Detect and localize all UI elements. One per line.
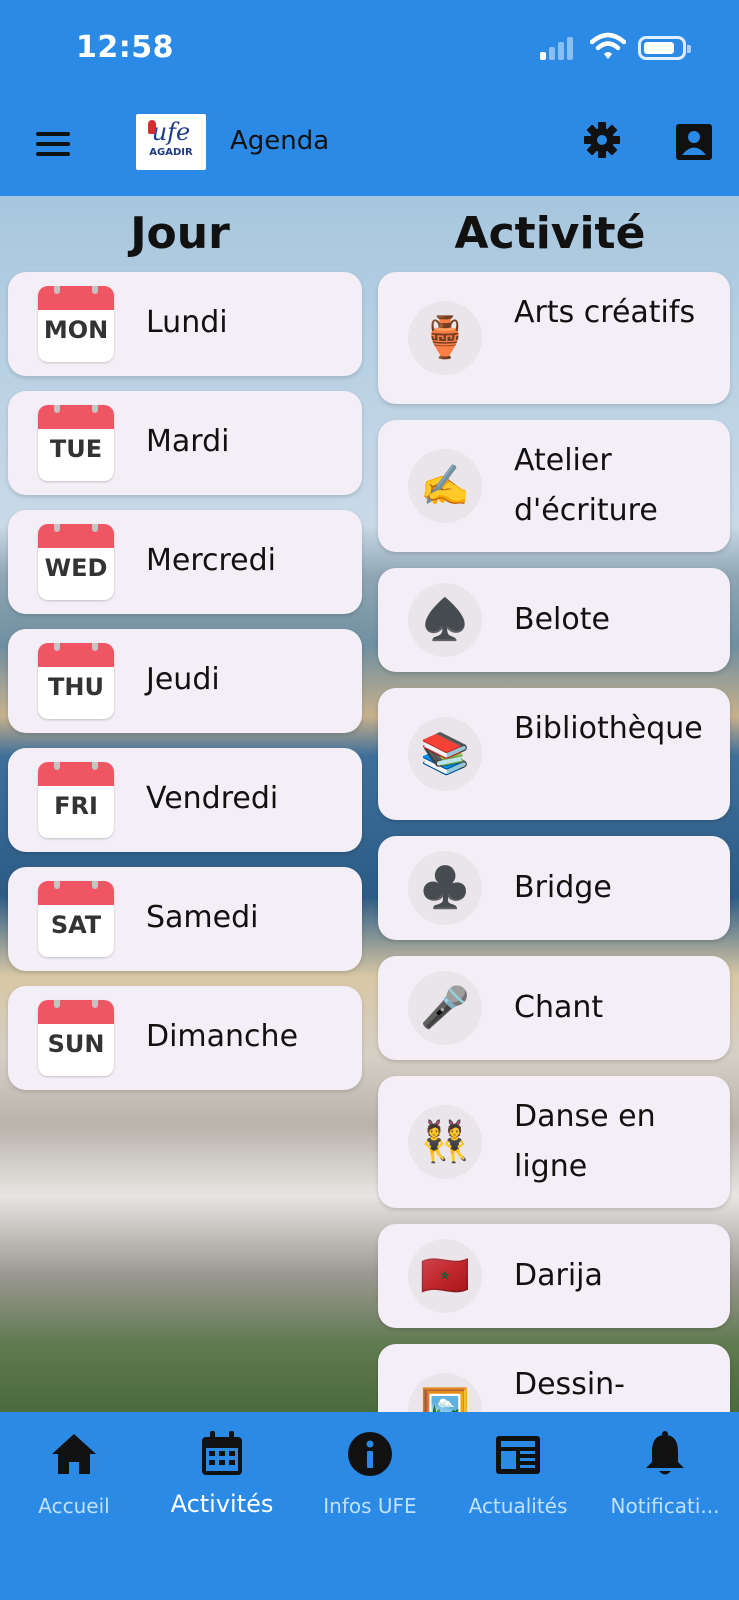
activity-name: Dessin-: [514, 1367, 625, 1402]
newspaper-icon: [496, 1436, 540, 1474]
club-icon: ♣️: [408, 851, 482, 925]
activity-name: Bibliothèque: [514, 711, 703, 746]
nav-activites[interactable]: Activités: [148, 1412, 296, 1542]
calendar-day-abbr: SUN: [47, 1030, 105, 1058]
agenda-content: Jour Activité MON Lundi TUE Mardi WED Me…: [0, 196, 739, 1412]
activity-name: Danse en ligne: [514, 1099, 656, 1184]
app-bar: ufe AGADIR Agenda: [0, 96, 739, 196]
day-card-sunday[interactable]: SUN Dimanche: [8, 986, 362, 1090]
activity-name: Atelier d'écriture: [514, 443, 658, 528]
activity-column-header: Activité: [454, 208, 646, 259]
activity-name: Darija: [514, 1258, 603, 1293]
calendar-day-abbr: FRI: [54, 792, 98, 820]
activity-name: Arts créatifs: [514, 295, 696, 330]
day-card-monday[interactable]: MON Lundi: [8, 272, 362, 376]
activity-name: Chant: [514, 990, 604, 1025]
bell-icon: [646, 1431, 684, 1475]
day-name: Mercredi: [146, 543, 277, 578]
info-icon: [348, 1432, 392, 1476]
nav-actualites[interactable]: Actualités: [444, 1412, 592, 1542]
nav-label: Activités: [170, 1490, 274, 1518]
account-icon[interactable]: [676, 124, 712, 160]
calendar-icon: THU: [38, 643, 114, 719]
activity-card-danse-en-ligne[interactable]: 👯 Danse en ligne: [378, 1076, 730, 1208]
nav-accueil[interactable]: Accueil: [0, 1412, 148, 1542]
day-card-thursday[interactable]: THU Jeudi: [8, 629, 362, 733]
day-name: Vendredi: [146, 781, 279, 816]
nav-label: Notificati...: [610, 1494, 720, 1518]
activity-card-arts-creatifs[interactable]: 🏺 Arts créatifs: [378, 272, 730, 404]
battery-icon: [638, 36, 691, 60]
bottom-navigation: Accueil Activités Infos UFE Actualités N…: [0, 1412, 739, 1600]
calendar-day-abbr: THU: [48, 673, 104, 701]
calendar-icon: SAT: [38, 881, 114, 957]
activity-card-bridge[interactable]: ♣️ Bridge: [378, 836, 730, 940]
activity-card-chant[interactable]: 🎤 Chant: [378, 956, 730, 1060]
calendar-icon: TUE: [38, 405, 114, 481]
settings-gear-icon[interactable]: [582, 120, 622, 160]
nav-label: Accueil: [38, 1494, 110, 1518]
writing-hand-icon: ✍️: [408, 449, 482, 523]
day-card-wednesday[interactable]: WED Mercredi: [8, 510, 362, 614]
nav-infos-ufe[interactable]: Infos UFE: [296, 1412, 444, 1542]
dancers-icon: 👯: [408, 1105, 482, 1179]
status-time: 12:58: [76, 30, 174, 65]
calendar-day-abbr: TUE: [49, 435, 103, 463]
spade-icon: ♠️: [408, 583, 482, 657]
day-name: Lundi: [146, 305, 228, 340]
logo-main-text: ufe: [151, 118, 191, 146]
activity-card-atelier-ecriture[interactable]: ✍️ Atelier d'écriture: [378, 420, 730, 552]
home-icon: [52, 1434, 96, 1474]
day-name: Jeudi: [146, 662, 220, 697]
day-name: Dimanche: [146, 1019, 299, 1054]
calendar-day-abbr: MON: [43, 316, 109, 344]
calendar-icon: WED: [38, 524, 114, 600]
activity-name: Belote: [514, 602, 610, 637]
status-bar: 12:58: [0, 0, 739, 96]
books-icon: 📚: [408, 717, 482, 791]
calendar-day-abbr: WED: [44, 554, 108, 582]
amphora-icon: 🏺: [408, 301, 482, 375]
cellular-signal-icon: [540, 36, 576, 60]
activity-card-belote[interactable]: ♠️ Belote: [378, 568, 730, 672]
activity-card-bibliotheque[interactable]: 📚 Bibliothèque: [378, 688, 730, 820]
calendar-icon: MON: [38, 286, 114, 362]
nav-notifications[interactable]: Notificati...: [591, 1412, 739, 1542]
activity-name: Bridge: [514, 870, 612, 905]
menu-button[interactable]: [34, 126, 74, 166]
morocco-flag-icon: 🇲🇦: [408, 1239, 482, 1313]
logo-sub-text: AGADIR: [149, 147, 193, 158]
wifi-icon: [590, 32, 626, 59]
day-card-friday[interactable]: FRI Vendredi: [8, 748, 362, 852]
microphone-icon: 🎤: [408, 971, 482, 1045]
day-name: Mardi: [146, 424, 230, 459]
ufe-agadir-logo: ufe AGADIR: [136, 114, 206, 170]
calendar-icon: FRI: [38, 762, 114, 838]
nav-label: Actualités: [468, 1494, 568, 1518]
nav-label: Infos UFE: [323, 1494, 417, 1518]
calendar-day-abbr: SAT: [50, 911, 102, 939]
day-card-tuesday[interactable]: TUE Mardi: [8, 391, 362, 495]
calendar-icon: [202, 1431, 242, 1475]
day-name: Samedi: [146, 900, 259, 935]
page-title: Agenda: [230, 126, 330, 156]
day-card-saturday[interactable]: SAT Samedi: [8, 867, 362, 971]
activity-card-dessin[interactable]: 🖼️ Dessin-: [378, 1344, 730, 1412]
calendar-icon: SUN: [38, 1000, 114, 1076]
framed-picture-icon: 🖼️: [408, 1373, 482, 1412]
day-column-header: Jour: [130, 208, 230, 259]
activity-card-darija[interactable]: 🇲🇦 Darija: [378, 1224, 730, 1328]
